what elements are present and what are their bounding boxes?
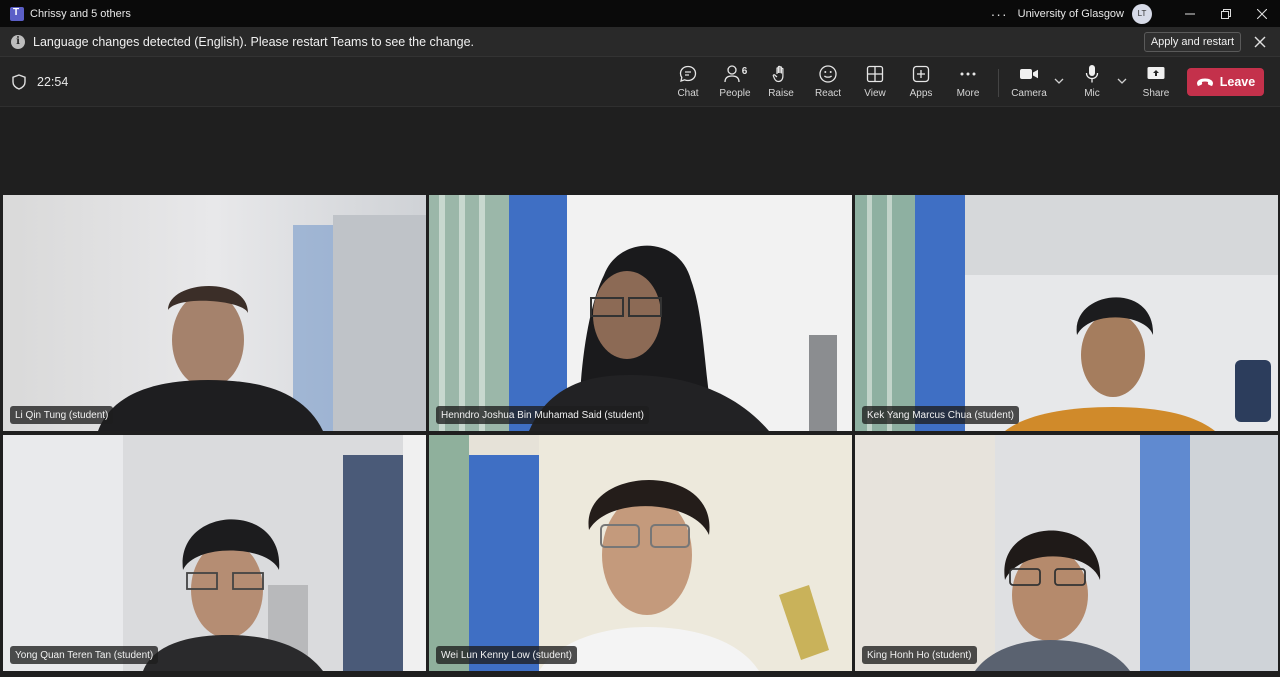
mic-options-chevron-icon[interactable] [1116,75,1128,87]
people-label: People [719,88,751,99]
microphone-icon [1085,65,1099,83]
more-button[interactable]: More [945,63,991,103]
shield-icon[interactable] [12,74,26,90]
camera-icon [1020,69,1038,79]
meeting-toolbar: 22:54 Chat 6 People Raise React View App… [0,57,1280,107]
participant-tile-1[interactable]: Li Qin Tung (student) [3,195,426,431]
title-bar: Chrissy and 5 others ··· University of G… [0,0,1280,27]
participant-tile-2[interactable]: Henndro Joshua Bin Muhamad Said (student… [429,195,852,431]
more-options-icon[interactable]: ··· [991,6,1008,22]
chat-icon [679,65,697,82]
avatar[interactable]: LT [1132,3,1152,24]
share-button[interactable]: Share [1133,63,1179,103]
participant-name: Li Qin Tung (student) [10,406,114,424]
participant-video-3 [855,195,1278,431]
view-label: View [864,88,886,99]
participant-name: Henndro Joshua Bin Muhamad Said (student… [436,406,649,424]
language-change-banner: i Language changes detected (English). P… [0,27,1280,57]
participant-name: Wei Lun Kenny Low (student) [436,646,578,664]
organization-name[interactable]: University of Glasgow [1018,8,1124,20]
participant-tile-4[interactable]: Yong Quan Teren Tan (student) [3,435,426,671]
chat-button[interactable]: Chat [665,63,711,103]
hang-up-icon [1196,78,1213,86]
apply-and-restart-button[interactable]: Apply and restart [1143,31,1241,52]
apps-label: Apps [909,88,933,99]
toolbar-divider [998,69,999,97]
camera-options-chevron-icon[interactable] [1053,75,1065,87]
participant-name: Yong Quan Teren Tan (student) [10,646,159,664]
participant-video-1 [3,195,426,431]
participant-video-6 [855,435,1278,671]
restore-button[interactable] [1208,0,1244,27]
participant-tile-5[interactable]: Wei Lun Kenny Low (student) [429,435,852,671]
apps-button[interactable]: Apps [898,63,944,103]
dismiss-banner-button[interactable] [1251,33,1269,51]
smiley-icon [819,65,837,83]
raise-label: Raise [768,88,794,99]
share-label: Share [1142,88,1170,99]
participant-name: Kek Yang Marcus Chua (student) [862,406,1019,424]
chat-label: Chat [677,88,699,99]
mic-button[interactable]: Mic [1069,63,1115,103]
window-title: Chrissy and 5 others [30,7,131,20]
close-icon [1257,8,1267,19]
banner-message: Language changes detected (English). Ple… [33,34,475,49]
teams-meeting-window: Chrissy and 5 others ··· University of G… [0,0,1280,677]
minimize-button[interactable] [1172,0,1208,27]
people-icon [724,65,740,83]
participant-video-5 [429,435,852,671]
people-count: 6 [741,65,748,77]
teams-logo-icon [10,6,24,21]
participant-tile-3[interactable]: Kek Yang Marcus Chua (student) [855,195,1278,431]
meeting-timer: 22:54 [37,75,69,89]
participant-name: King Honh Ho (student) [862,646,977,664]
close-window-button[interactable] [1244,0,1280,27]
add-apps-icon [912,65,930,83]
raise-hand-button[interactable]: Raise [758,63,804,103]
mic-label: Mic [1084,88,1100,99]
share-screen-icon [1147,67,1165,79]
grid-view-icon [866,65,884,83]
more-label: More [956,88,980,99]
minimize-icon [1185,13,1195,14]
camera-label: Camera [1011,88,1047,99]
info-icon: i [11,34,25,49]
participant-video-2 [429,195,852,431]
leave-button[interactable]: Leave [1187,68,1264,96]
react-label: React [814,88,842,99]
video-grid: Li Qin Tung (student) Henndro Joshua Bin… [3,195,1278,671]
participant-tile-6[interactable]: King Honh Ho (student) [855,435,1278,671]
react-button[interactable]: React [805,63,851,103]
leave-label: Leave [1219,75,1256,89]
participant-video-4 [3,435,426,671]
view-button[interactable]: View [852,63,898,103]
restore-icon [1221,8,1231,19]
people-button[interactable]: 6 People [712,63,758,103]
raise-hand-icon [772,65,784,83]
camera-button[interactable]: Camera [1006,63,1052,103]
more-icon [960,72,976,76]
close-icon [1254,36,1266,47]
